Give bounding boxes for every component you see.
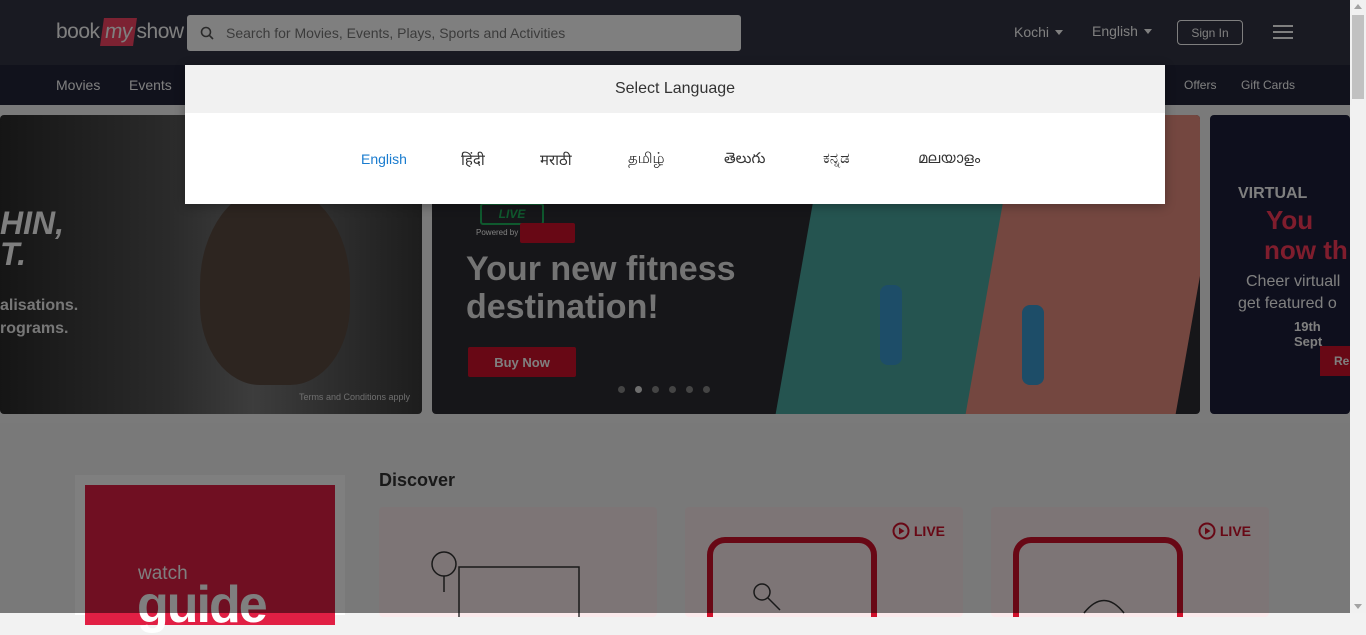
language-option-kannada[interactable]: ಕನ್ನಡ: [823, 150, 850, 167]
scroll-up-arrow-icon[interactable]: [1354, 4, 1362, 9]
modal-title: Select Language: [185, 65, 1165, 113]
page-scrollbar[interactable]: [1350, 0, 1366, 613]
language-option-marathi[interactable]: मराठी: [540, 150, 572, 170]
language-option-hindi[interactable]: हिंदी: [461, 150, 485, 170]
select-language-modal: Select Language English हिंदी मराठी தமிழ…: [185, 65, 1165, 204]
language-option-tamil[interactable]: தமிழ்: [628, 150, 665, 169]
scroll-down-arrow-icon[interactable]: [1354, 604, 1362, 609]
scrollbar-thumb[interactable]: [1352, 15, 1364, 99]
language-option-telugu[interactable]: తెలుగు: [724, 150, 765, 171]
language-option-english[interactable]: English: [361, 151, 407, 167]
language-option-malayalam[interactable]: മലയാളം: [918, 150, 980, 167]
